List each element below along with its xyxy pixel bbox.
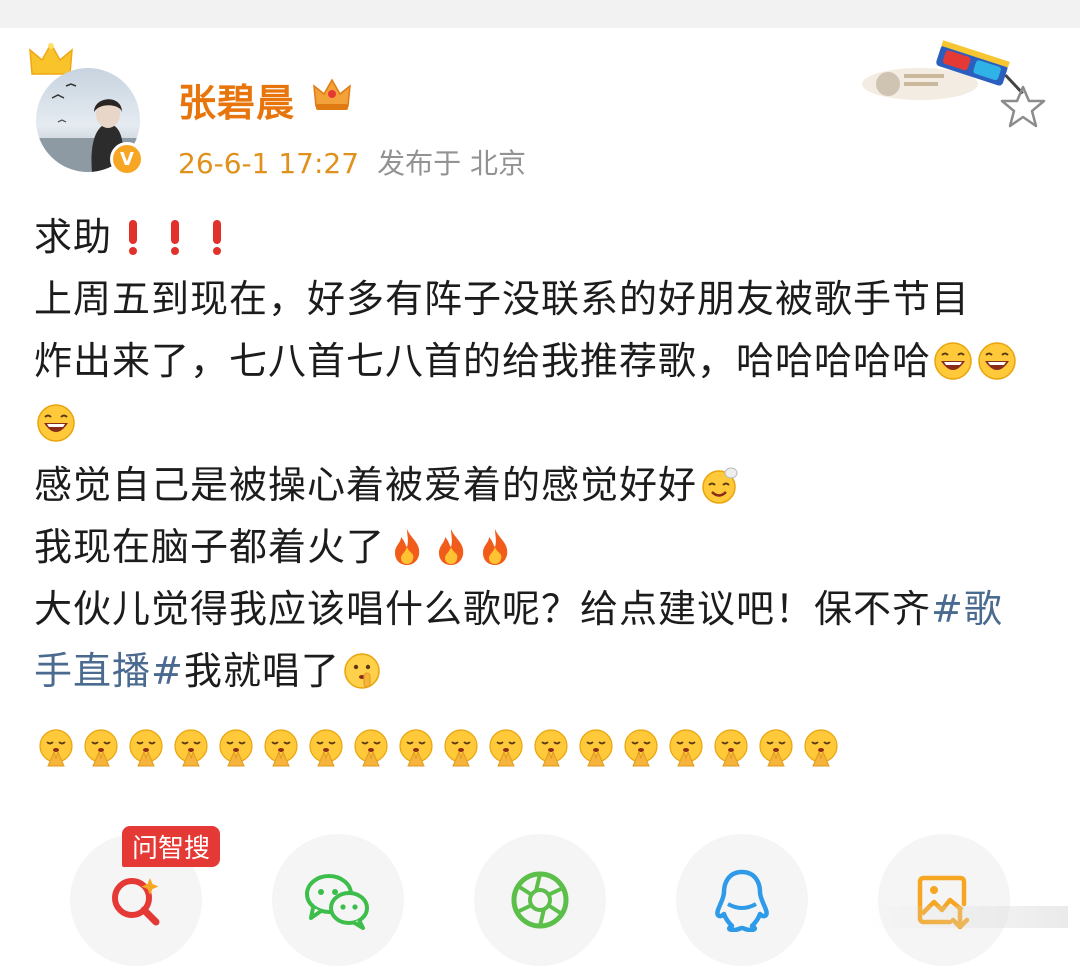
- content-line: 上周五到现在，好多有阵子没联系的好朋友被歌手节目: [34, 268, 1050, 330]
- content-line: 我现在脑子都着火了: [34, 516, 1050, 578]
- text-segment: 炸出来了，七八首七八首的给我推荐歌，哈哈哈哈哈: [34, 339, 932, 383]
- pray-emoji-icon: [129, 729, 163, 767]
- pray-emoji-icon: [759, 729, 793, 767]
- pray-emoji-icon: [579, 729, 613, 767]
- content-line: 手直播# 我就唱了: [34, 640, 1050, 702]
- qq-share-button[interactable]: [676, 834, 808, 966]
- qq-icon: [715, 869, 769, 932]
- text-segment: 大伙儿觉得我应该唱什么歌呢？给点建议吧！保不齐: [34, 587, 932, 631]
- favorite-star-icon[interactable]: [998, 82, 1048, 132]
- laughing-emoji-icon: [934, 342, 972, 380]
- pray-emoji-icon: [354, 729, 388, 767]
- content-line: 求助: [34, 206, 1050, 268]
- text-segment: 求助: [34, 215, 113, 259]
- pray-emoji-icon: [84, 729, 118, 767]
- pray-emoji-icon: [714, 729, 748, 767]
- content-line: 炸出来了，七八首七八首的给我推荐歌，哈哈哈哈哈: [34, 330, 1050, 392]
- post-card: V 张碧晨 26-6-1 17:27 发布于 北京 求助 上周五到现在，好多有阵…: [0, 28, 1080, 966]
- share-bar: 问智搜: [70, 826, 1080, 968]
- exclamation-icon: [171, 220, 180, 255]
- topic-link[interactable]: 手直播#: [34, 640, 184, 702]
- text-segment: 感觉自己是被操心着被爱着的感觉好好: [34, 463, 698, 507]
- post-timestamp: 26-6-1 17:27: [178, 147, 360, 180]
- post-meta: 26-6-1 17:27 发布于 北京: [178, 142, 526, 182]
- ai-search-icon: [112, 878, 160, 926]
- happy-emoji-icon: [702, 467, 738, 504]
- ai-search-button[interactable]: 问智搜: [70, 826, 221, 966]
- post-location: 发布于 北京: [377, 147, 526, 180]
- moments-icon: [511, 871, 569, 929]
- author-name[interactable]: 张碧晨: [178, 72, 295, 127]
- moments-share-button[interactable]: [474, 834, 606, 966]
- pray-emoji-icon: [39, 729, 73, 767]
- content-line: 大伙儿觉得我应该唱什么歌呢？给点建议吧！保不齐 #歌: [34, 578, 1050, 640]
- pray-emoji-icon: [624, 729, 658, 767]
- text-segment: 我现在脑子都着火了: [34, 525, 386, 569]
- text-segment: 上周五到现在，好多有阵子没联系的好朋友被歌手节目: [34, 277, 971, 321]
- avatar-container[interactable]: V: [29, 42, 148, 180]
- pray-emoji-icon: [219, 729, 253, 767]
- fire-icon: [483, 529, 508, 565]
- laughing-emoji-icon: [37, 404, 75, 442]
- pray-emoji-icon: [534, 729, 568, 767]
- vip-crown-icon: [313, 78, 351, 110]
- shush-emoji-icon: [344, 653, 380, 689]
- content-line: [34, 392, 1050, 454]
- top-gray-band: [0, 0, 1080, 28]
- text-segment: 我就唱了: [183, 649, 340, 693]
- pray-emoji-icon: [444, 729, 478, 767]
- post-content: 求助 上周五到现在，好多有阵子没联系的好朋友被歌手节目 炸出来了，七八首七八首的…: [34, 206, 1050, 702]
- content-line: 感觉自己是被操心着被爱着的感觉好好: [34, 454, 1050, 516]
- topic-link[interactable]: #歌: [931, 578, 1003, 640]
- exclamation-icon: [129, 220, 138, 255]
- ai-search-badge: 问智搜: [122, 826, 221, 867]
- watermark-fade: [868, 906, 1068, 928]
- pray-emoji-icon: [489, 729, 523, 767]
- pray-emoji-icon: [669, 729, 703, 767]
- pray-emoji-icon: [804, 729, 838, 767]
- save-image-button[interactable]: [878, 834, 1010, 966]
- wechat-share-button[interactable]: [272, 834, 404, 966]
- pray-emoji-icon: [264, 729, 298, 767]
- pray-emoji-icon: [399, 729, 433, 767]
- laughing-emoji-icon: [978, 342, 1016, 380]
- pray-emoji-row: [34, 728, 843, 772]
- fire-icon: [395, 529, 420, 565]
- pray-emoji-icon: [309, 729, 343, 767]
- wechat-icon: [305, 874, 369, 930]
- verified-badge-icon: V: [110, 142, 144, 176]
- exclamation-icon: [213, 220, 222, 255]
- pray-emoji-icon: [174, 729, 208, 767]
- fire-icon: [439, 529, 464, 565]
